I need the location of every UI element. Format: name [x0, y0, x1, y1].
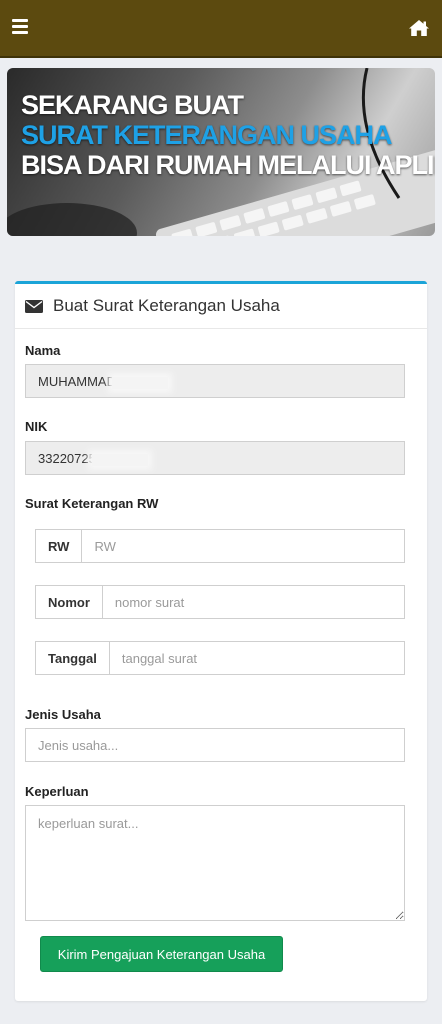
banner-line-1: SEKARANG BUAT	[21, 90, 244, 120]
tanggal-input-group: Tanggal	[35, 641, 405, 675]
form-card: Buat Surat Keterangan Usaha Nama MUHAMMA…	[15, 281, 427, 1001]
jenis-usaha-input[interactable]	[25, 728, 405, 762]
nama-label: Nama	[25, 343, 61, 358]
keperluan-textarea[interactable]	[25, 805, 405, 921]
keperluan-label: Keperluan	[25, 784, 89, 799]
tanggal-addon: Tanggal	[36, 642, 110, 674]
banner-line-3: BISA DARI RUMAH MELALUI APLIKASI	[21, 150, 435, 180]
nomor-surat-input[interactable]	[102, 586, 404, 618]
nik-field: 33220725	[25, 441, 405, 475]
surat-rw-label: Surat Keterangan RW	[25, 496, 159, 511]
hamburger-menu-icon[interactable]	[12, 19, 28, 35]
rw-input-group: RW	[35, 529, 405, 563]
submit-button[interactable]: Kirim Pengajuan Keterangan Usaha	[40, 936, 283, 972]
form-title: Buat Surat Keterangan Usaha	[53, 296, 280, 315]
redaction-blur	[112, 376, 168, 389]
promo-banner: SEKARANG BUAT SURAT KETERANGAN USAHA BIS…	[7, 68, 435, 236]
envelope-icon	[25, 300, 43, 313]
nama-field: MUHAMMAD	[25, 364, 405, 398]
nik-value: 33220725	[38, 451, 96, 466]
card-header: Buat Surat Keterangan Usaha	[15, 284, 427, 329]
tanggal-surat-input[interactable]	[109, 642, 404, 674]
redaction-blur	[91, 453, 148, 466]
rw-input[interactable]	[82, 530, 404, 562]
banner-line-2: SURAT KETERANGAN USAHA	[21, 120, 393, 150]
home-icon[interactable]	[408, 19, 430, 37]
rw-addon: RW	[36, 530, 83, 562]
nomor-addon: Nomor	[36, 586, 103, 618]
top-navbar	[0, 0, 442, 58]
nama-value: MUHAMMAD	[38, 374, 116, 389]
jenis-usaha-label: Jenis Usaha	[25, 707, 101, 722]
nomor-input-group: Nomor	[35, 585, 405, 619]
nik-label: NIK	[25, 419, 48, 434]
